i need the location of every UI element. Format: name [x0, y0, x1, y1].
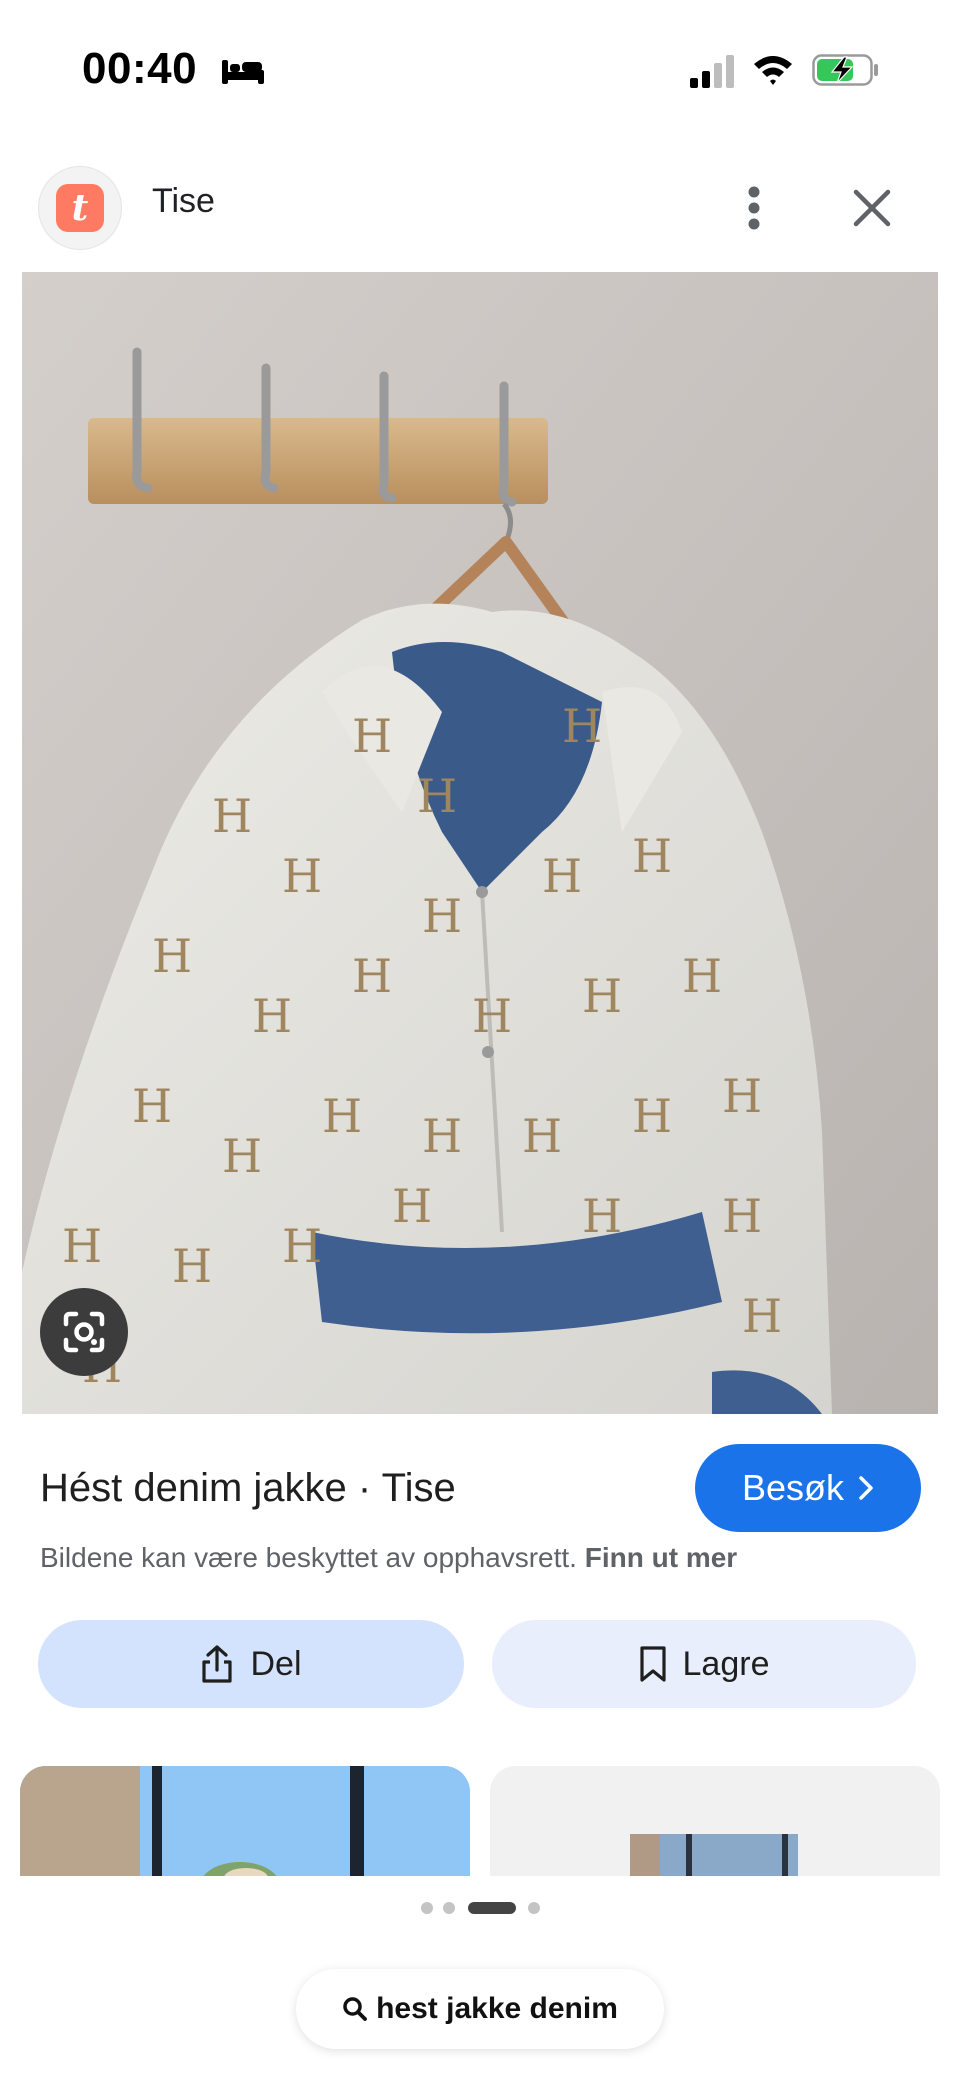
- svg-text:H: H: [352, 709, 392, 763]
- result-title[interactable]: Hést denim jakke · Tise: [40, 1466, 456, 1511]
- chevron-right-icon: [859, 1476, 873, 1500]
- pager-dot-active: [468, 1902, 516, 1914]
- svg-text:H: H: [722, 1069, 762, 1123]
- related-result-card[interactable]: [20, 1766, 470, 1876]
- tise-logo-badge: t: [56, 184, 104, 232]
- pager-dot: [421, 1902, 433, 1914]
- svg-text:H: H: [62, 1219, 102, 1273]
- source-name[interactable]: Tise: [152, 182, 215, 221]
- related-result-card[interactable]: [490, 1766, 940, 1876]
- svg-text:H: H: [282, 849, 322, 903]
- status-bar: 00:40: [0, 0, 960, 140]
- google-lens-icon: [63, 1311, 105, 1353]
- share-button-label: Del: [250, 1644, 302, 1683]
- svg-text:H: H: [542, 849, 582, 903]
- svg-text:H: H: [322, 1089, 362, 1143]
- learn-more-link[interactable]: Finn ut mer: [585, 1542, 737, 1573]
- search-icon: [343, 1997, 368, 2021]
- svg-text:H: H: [422, 1109, 462, 1163]
- pager-dot: [443, 1902, 455, 1914]
- bed-icon: [222, 60, 264, 84]
- related-image-2: [490, 1766, 940, 1876]
- save-button[interactable]: Lagre: [492, 1620, 916, 1708]
- battery-charging-icon: [812, 54, 878, 86]
- svg-text:H: H: [352, 949, 392, 1003]
- more-options-button[interactable]: [730, 172, 778, 244]
- close-button[interactable]: [840, 174, 904, 242]
- svg-text:H: H: [417, 769, 457, 823]
- svg-text:H: H: [282, 1219, 322, 1273]
- status-time: 00:40: [82, 44, 198, 93]
- visit-button-label: Besøk: [741, 1467, 845, 1508]
- source-header: t Tise: [0, 160, 960, 270]
- save-button-label: Lagre: [682, 1644, 770, 1683]
- pager-dot: [528, 1902, 540, 1914]
- svg-text:H: H: [522, 1109, 562, 1163]
- page-indicator: [0, 1896, 960, 1920]
- svg-text:H: H: [152, 929, 192, 983]
- svg-text:H: H: [582, 1189, 622, 1243]
- svg-text:H: H: [582, 969, 622, 1023]
- svg-text:H: H: [742, 1289, 782, 1343]
- svg-text:H: H: [132, 1079, 172, 1133]
- svg-text:H: H: [172, 1239, 212, 1293]
- svg-text:H: H: [562, 699, 602, 753]
- related-image-1: [20, 1766, 470, 1876]
- svg-text:H: H: [682, 949, 722, 1003]
- copyright-text: Bildene kan være beskyttet av opphavsret…: [40, 1542, 577, 1573]
- svg-text:H: H: [212, 789, 252, 843]
- tise-logo-letter: t: [71, 187, 89, 229]
- svg-text:H: H: [222, 1129, 262, 1183]
- search-query-chip[interactable]: hest jakke denim: [296, 1969, 664, 2049]
- lens-search-button[interactable]: [40, 1288, 128, 1376]
- svg-text:H: H: [632, 1089, 672, 1143]
- jacket-photo: HHH HHH HHH HHH HHH HHH HHH HHH HHH HH: [22, 272, 938, 1414]
- svg-text:H: H: [252, 989, 292, 1043]
- cellular-signal-icon: [690, 55, 734, 88]
- share-icon: [202, 1645, 233, 1683]
- more-vertical-icon: [748, 186, 760, 230]
- svg-text:H: H: [472, 989, 512, 1043]
- tise-logo[interactable]: t: [38, 166, 122, 250]
- svg-text:H: H: [392, 1179, 432, 1233]
- product-image[interactable]: HHH HHH HHH HHH HHH HHH HHH HHH HHH HH: [22, 272, 938, 1414]
- search-query-text: hest jakke denim: [376, 1992, 618, 2025]
- bookmark-icon: [639, 1646, 666, 1682]
- close-icon: [853, 189, 891, 227]
- svg-text:H: H: [632, 829, 672, 883]
- result-title-row: Hést denim jakke · Tise Besøk: [0, 1440, 960, 1540]
- svg-text:H: H: [722, 1189, 762, 1243]
- copyright-notice: Bildene kan være beskyttet av opphavsret…: [40, 1542, 737, 1574]
- related-results: [0, 1766, 960, 1876]
- svg-text:H: H: [422, 889, 462, 943]
- visit-button[interactable]: Besøk: [695, 1444, 921, 1532]
- share-button[interactable]: Del: [38, 1620, 464, 1708]
- wifi-icon: [754, 56, 792, 85]
